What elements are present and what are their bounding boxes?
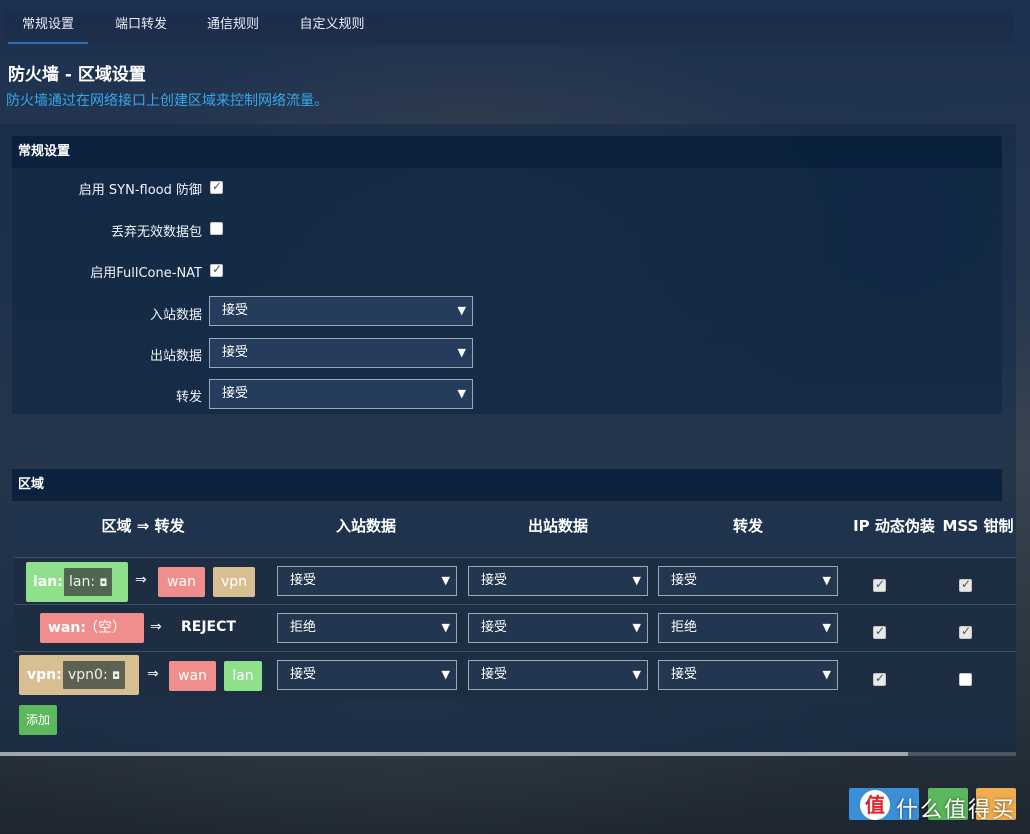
mss-clamp-checkbox[interactable]	[959, 673, 972, 686]
table-row: lan: lan: ◘ ⇒ wan vpn 接受 ▼ 接受 ▼ 接受 ▼	[14, 557, 1016, 604]
chevron-down-icon: ▼	[822, 574, 831, 587]
zone-badge-lan[interactable]: lan: lan: ◘	[26, 562, 128, 602]
drop-invalid-label: 丢弃无效数据包	[110, 225, 202, 240]
zones-table: 区域 ⇒ 转发 入站数据 出站数据 转发 IP 动态伪装 MSS 钳制 lan:…	[14, 510, 1016, 698]
chevron-down-icon: ▼	[457, 304, 466, 317]
output-policy-select[interactable]: 接受 ▼	[209, 338, 473, 368]
tab-custom-rules[interactable]: 自定义规则	[282, 10, 382, 44]
forward-reject: REJECT	[181, 619, 236, 635]
masquerade-checkbox[interactable]	[873, 577, 886, 592]
syn-flood-label: 启用 SYN-flood 防御	[78, 183, 202, 198]
horizontal-scrollbar-thumb[interactable]	[0, 752, 908, 756]
col-zone-forward: 区域 ⇒ 转发	[101, 517, 185, 535]
syn-flood-checkbox[interactable]	[210, 179, 223, 194]
mss-clamp-checkbox[interactable]	[959, 624, 972, 639]
input-label: 入站数据	[149, 308, 202, 323]
zone-name: vpn:	[27, 667, 62, 683]
input-policy-select[interactable]: 接受 ▼	[209, 296, 473, 326]
network-icon: ◘	[99, 578, 108, 589]
table-row: wan: （空） ⇒ REJECT 拒绝 ▼ 接受 ▼ 拒绝 ▼	[14, 604, 1016, 651]
zone-input-select[interactable]: 接受 ▼	[277, 660, 457, 690]
zone-input-select[interactable]: 拒绝 ▼	[277, 613, 457, 643]
col-mss-clamp: MSS 钳制	[942, 517, 1014, 535]
chevron-down-icon: ▼	[441, 668, 450, 681]
mss-clamp-checkbox[interactable]	[959, 577, 972, 592]
tab-bar: 常规设置 端口转发 通信规则 自定义规则	[4, 10, 1014, 44]
page-title: 防火墙 - 区域设置	[8, 65, 146, 85]
col-masquerade: IP 动态伪装	[853, 517, 935, 535]
chevron-down-icon: ▼	[441, 574, 450, 587]
forward-label: 转发	[175, 390, 202, 405]
col-output: 出站数据	[527, 517, 588, 535]
section-general-body	[12, 168, 1002, 414]
target-badge-wan: wan	[169, 661, 216, 691]
col-input: 入站数据	[335, 517, 396, 535]
output-label: 出站数据	[149, 349, 202, 364]
zones-table-header: 区域 ⇒ 转发 入站数据 出站数据 转发 IP 动态伪装 MSS 钳制	[14, 510, 1016, 556]
chevron-down-icon: ▼	[632, 668, 641, 681]
network-icon: ◘	[112, 671, 121, 682]
tab-general[interactable]: 常规设置	[8, 10, 88, 44]
watermark-text: 什么值得买	[896, 798, 1017, 823]
chevron-down-icon: ▼	[822, 668, 831, 681]
output-policy-value: 接受	[222, 345, 249, 360]
zone-forward-select[interactable]: 拒绝 ▼	[658, 613, 838, 643]
page-description: 防火墙通过在网络接口上创建区域来控制网络流量。	[6, 93, 328, 109]
fullcone-checkbox[interactable]	[210, 262, 223, 277]
col-forward: 转发	[732, 517, 763, 535]
zone-input-select[interactable]: 接受 ▼	[277, 566, 457, 596]
forward-policy-select[interactable]: 接受 ▼	[209, 379, 473, 409]
target-badge-wan: wan	[158, 567, 205, 597]
watermark: 值 什么值得买	[856, 788, 1016, 828]
zone-forward-select[interactable]: 接受 ▼	[658, 566, 838, 596]
zone-forward-select[interactable]: 接受 ▼	[658, 660, 838, 690]
target-badge-vpn: vpn	[213, 567, 255, 597]
target-badge-lan: lan	[224, 661, 262, 691]
tab-traffic-rules[interactable]: 通信规则	[190, 10, 276, 44]
chevron-down-icon: ▼	[457, 346, 466, 359]
zone-iface: vpn0: ◘	[63, 661, 126, 689]
masquerade-checkbox[interactable]	[873, 624, 886, 639]
fullcone-label: 启用FullCone-NAT	[90, 266, 202, 281]
tab-port-forward[interactable]: 端口转发	[98, 10, 184, 44]
forward-arrow: ⇒	[147, 666, 159, 682]
chevron-down-icon: ▼	[822, 621, 831, 634]
zone-iface: lan: ◘	[64, 568, 113, 596]
forward-arrow: ⇒	[150, 619, 162, 635]
forward-policy-value: 接受	[222, 386, 249, 401]
zone-name: lan:	[33, 574, 63, 590]
drop-invalid-checkbox[interactable]	[210, 222, 223, 235]
chevron-down-icon: ▼	[457, 387, 466, 400]
zone-iface: （空）	[84, 620, 126, 636]
watermark-logo: 值	[860, 790, 890, 820]
chevron-down-icon: ▼	[632, 574, 641, 587]
section-general-heading: 常规设置	[12, 136, 1002, 168]
section-zones-heading: 区域	[12, 469, 1002, 501]
table-row: vpn: vpn0: ◘ ⇒ wan lan 接受 ▼ 接受 ▼ 接受 ▼	[14, 651, 1016, 698]
zone-output-select[interactable]: 接受 ▼	[468, 660, 648, 690]
zone-name: wan:	[48, 620, 86, 636]
chevron-down-icon: ▼	[441, 621, 450, 634]
zone-badge-vpn[interactable]: vpn: vpn0: ◘	[19, 655, 139, 695]
zone-badge-wan[interactable]: wan: （空）	[40, 613, 144, 643]
zone-output-select[interactable]: 接受 ▼	[468, 566, 648, 596]
zone-output-select[interactable]: 接受 ▼	[468, 613, 648, 643]
forward-arrow: ⇒	[135, 572, 147, 588]
masquerade-checkbox[interactable]	[873, 671, 886, 686]
add-zone-button[interactable]: 添加	[19, 705, 57, 735]
input-policy-value: 接受	[222, 303, 249, 318]
chevron-down-icon: ▼	[632, 621, 641, 634]
